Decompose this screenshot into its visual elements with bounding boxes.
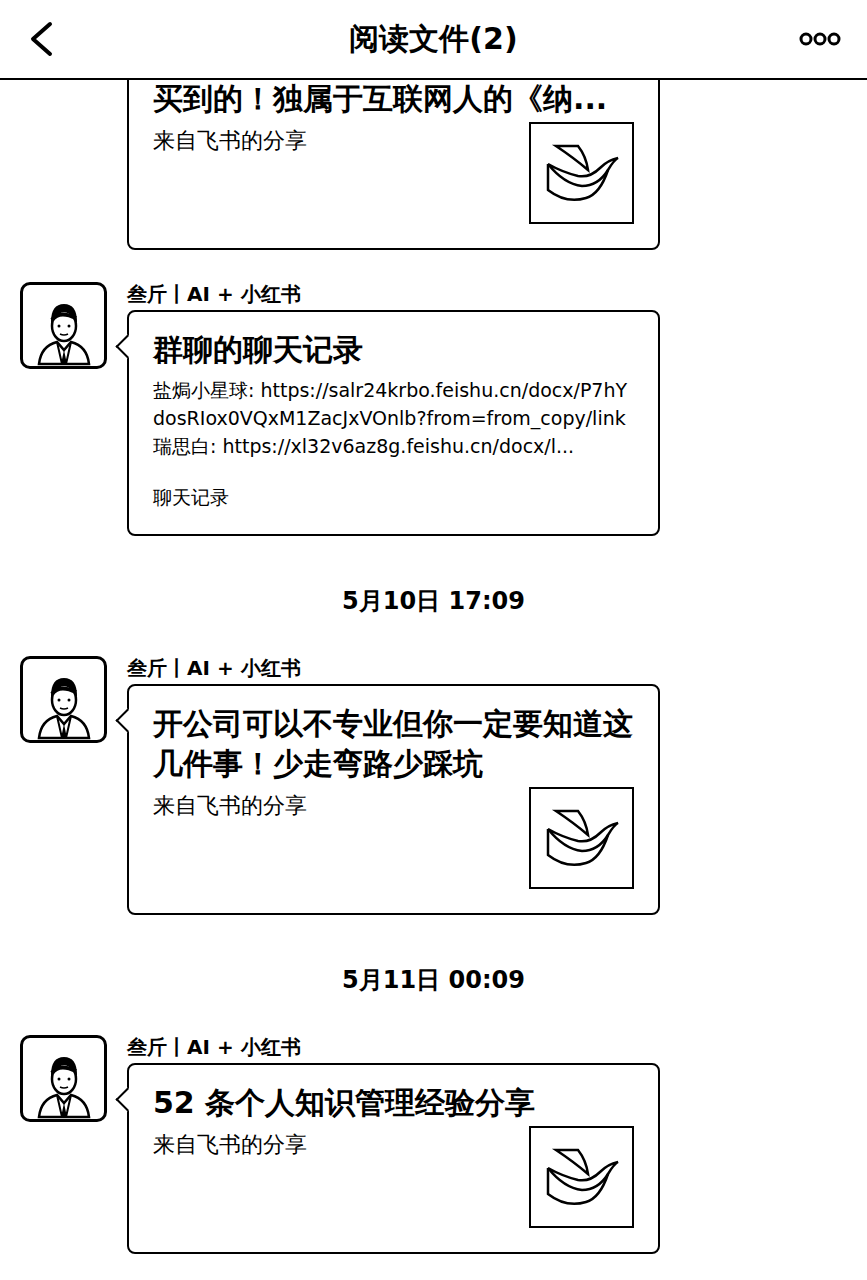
timestamp: 5月11日 00:09 [342,965,525,995]
card-title: 52 条个人知识管理经验分享 [153,1083,634,1123]
card-meta-row: 来自飞书的分享 [153,122,634,224]
sender-avatar[interactable] [20,1035,107,1122]
chevron-left-icon [26,21,56,57]
timestamp-row: 5月11日 00:09 [0,915,867,1035]
screen: 阅读文件(2) 买到的！独属于互联网人的《纳...来自飞书的分享叁斤丨AI + … [0,0,867,1280]
message-row: 叁斤丨AI + 小红书群聊的聊天记录盐焗小星球: https://salr24k… [0,282,867,536]
feishu-doc-icon [542,803,622,873]
doc-thumbnail [529,787,634,889]
doc-thumbnail [529,122,634,224]
bubble-tail [115,334,139,358]
sender-avatar[interactable] [20,282,107,369]
card-meta-row: 来自飞书的分享 [153,1126,634,1228]
card-source: 来自飞书的分享 [153,1128,307,1162]
sender-name: 叁斤丨AI + 小红书 [127,1035,660,1059]
more-button[interactable] [781,32,841,46]
person-avatar-icon [29,670,99,740]
shared-doc-card[interactable]: 52 条个人知识管理经验分享来自飞书的分享 [127,1063,660,1254]
back-button[interactable] [26,21,86,57]
record-line: 盐焗小星球: https://salr24krbo.feishu.cn/docx… [153,376,634,432]
header: 阅读文件(2) [0,0,867,80]
record-footer: 聊天记录 [153,484,634,510]
bubble-tail [115,1087,139,1111]
person-avatar-icon [29,1049,99,1119]
card-source: 来自飞书的分享 [153,124,307,158]
record-line: 瑞思白: https://xl32v6az8g.feishu.cn/docx/l… [153,432,634,460]
shared-doc-card[interactable]: 买到的！独属于互联网人的《纳... 来自飞书的分享 [127,80,660,250]
doc-thumbnail [529,1126,634,1228]
message-body: 叁斤丨AI + 小红书群聊的聊天记录盐焗小星球: https://salr24k… [127,282,660,536]
card-meta-row: 来自飞书的分享 [153,787,634,889]
chat-record-card[interactable]: 群聊的聊天记录盐焗小星球: https://salr24krbo.feishu.… [127,310,660,536]
message-list: 买到的！独属于互联网人的《纳...来自飞书的分享叁斤丨AI + 小红书群聊的聊天… [0,80,867,1280]
header-title: 阅读文件(2) [86,19,781,59]
timestamp: 5月10日 17:09 [342,586,525,616]
message-body: 买到的！独属于互联网人的《纳... 来自飞书的分享 [127,80,660,250]
message-row: 叁斤丨AI + 小红书 52 条个人知识管理经验分享来自飞书的分享 [0,1035,867,1254]
card-title: 群聊的聊天记录 [153,330,634,370]
sender-name: 叁斤丨AI + 小红书 [127,656,660,680]
bubble-tail [115,708,139,732]
message-body: 叁斤丨AI + 小红书 52 条个人知识管理经验分享来自飞书的分享 [127,1035,660,1254]
record-lines: 盐焗小星球: https://salr24krbo.feishu.cn/docx… [153,376,634,460]
feishu-doc-icon [542,1142,622,1212]
sender-avatar[interactable] [20,656,107,743]
person-avatar-icon [29,296,99,366]
card-title: 买到的！独属于互联网人的《纳... [153,80,634,119]
avatar-spacer [20,80,107,250]
card-source: 来自飞书的分享 [153,789,307,823]
message-row: 买到的！独属于互联网人的《纳... 来自飞书的分享 [0,80,867,250]
sender-name: 叁斤丨AI + 小红书 [127,282,660,306]
card-title: 开公司可以不专业但你一定要知道这几件事！少走弯路少踩坑 [153,704,634,784]
message-row: 叁斤丨AI + 小红书开公司可以不专业但你一定要知道这几件事！少走弯路少踩坑来自… [0,656,867,915]
shared-doc-card[interactable]: 开公司可以不专业但你一定要知道这几件事！少走弯路少踩坑来自飞书的分享 [127,684,660,915]
message-body: 叁斤丨AI + 小红书开公司可以不专业但你一定要知道这几件事！少走弯路少踩坑来自… [127,656,660,915]
more-dots-icon [799,32,841,46]
timestamp-row: 5月10日 17:09 [0,536,867,656]
feishu-doc-icon [542,138,622,208]
